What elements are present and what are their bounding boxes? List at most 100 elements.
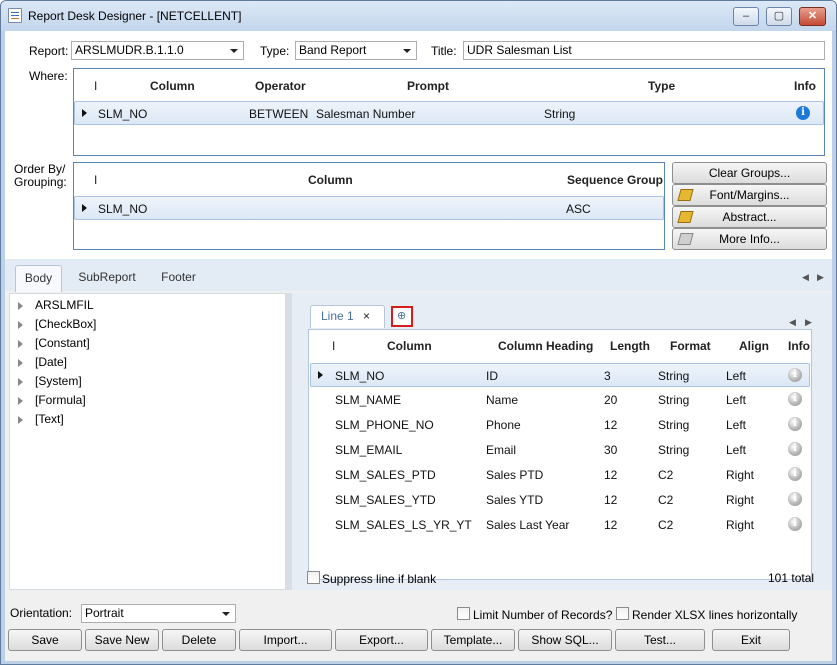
expand-icon[interactable] bbox=[18, 377, 23, 386]
table-row[interactable]: SLM_SALES_PTD Sales PTD 12 C2 Right i bbox=[310, 463, 810, 488]
table-row[interactable]: SLM_NO BETWEEN Salesman Number String i bbox=[74, 101, 824, 125]
line-cell-format: C2 bbox=[658, 518, 674, 532]
line-cell-column: SLM_SALES_YTD bbox=[335, 493, 436, 507]
line-grid[interactable]: I Column Column Heading Length Format Al… bbox=[308, 329, 812, 580]
table-row[interactable]: SLM_SALES_LS_YR_YT Sales Last Year 12 C2… bbox=[310, 513, 810, 538]
suppress-checkbox[interactable] bbox=[307, 571, 320, 584]
info-icon[interactable]: i bbox=[788, 467, 802, 481]
tree-item[interactable]: [Date] bbox=[18, 355, 67, 369]
maximize-button[interactable]: ▢ bbox=[766, 7, 792, 26]
clear-groups-button[interactable]: Clear Groups... bbox=[672, 162, 827, 184]
order-cell-sequence: ASC bbox=[566, 202, 591, 216]
exit-button[interactable]: Exit bbox=[712, 629, 790, 651]
scroll-right-icon[interactable]: ▶ bbox=[805, 317, 812, 328]
order-cell-column: SLM_NO bbox=[98, 202, 148, 216]
table-row[interactable]: SLM_NAME Name 20 String Left i bbox=[310, 388, 810, 413]
line-cell-column: SLM_SALES_PTD bbox=[335, 468, 436, 482]
table-row[interactable]: SLM_NO ASC bbox=[74, 196, 664, 220]
row-header-marker: I bbox=[94, 79, 98, 93]
orientation-select[interactable]: Portrait bbox=[81, 604, 236, 623]
window-title: Report Desk Designer - [NETCELLENT] bbox=[28, 9, 242, 23]
expand-icon[interactable] bbox=[18, 339, 23, 348]
report-select[interactable]: ARSLMUDR.B.1.1.0 bbox=[71, 41, 244, 60]
scroll-right-icon[interactable]: ▶ bbox=[817, 272, 824, 283]
abstract-button[interactable]: Abstract... bbox=[672, 206, 827, 228]
type-select[interactable]: Band Report bbox=[295, 41, 417, 60]
tree-item[interactable]: [Constant] bbox=[18, 336, 90, 350]
more-info-button[interactable]: More Info... bbox=[672, 228, 827, 250]
expand-icon[interactable] bbox=[18, 301, 23, 310]
line-tab-label: Line 1 bbox=[321, 309, 354, 323]
pencil-icon bbox=[677, 211, 694, 223]
info-icon[interactable]: i bbox=[796, 106, 810, 120]
tab-subreport[interactable]: SubReport bbox=[71, 265, 143, 292]
line-cell-format: C2 bbox=[658, 468, 674, 482]
tab-line-1[interactable]: Line 1 × bbox=[310, 305, 385, 328]
expand-icon[interactable] bbox=[18, 358, 23, 367]
order-grid[interactable]: I Column Sequence Group SLM_NO ASC bbox=[73, 162, 665, 250]
info-icon[interactable]: i bbox=[788, 517, 802, 531]
tab-body[interactable]: Body bbox=[15, 265, 62, 292]
tree-item[interactable]: [Formula] bbox=[18, 393, 86, 407]
info-icon[interactable]: i bbox=[788, 442, 802, 456]
close-button[interactable]: ✕ bbox=[799, 7, 826, 26]
order-label: Order By/Grouping: bbox=[14, 163, 67, 189]
line-cell-length: 12 bbox=[604, 418, 618, 432]
save-new-button[interactable]: Save New bbox=[85, 629, 159, 651]
title-label: Title: bbox=[431, 44, 457, 58]
tree-item-label: [Constant] bbox=[35, 336, 90, 350]
line-cell-heading: ID bbox=[486, 369, 498, 383]
font-margins-button[interactable]: Font/Margins... bbox=[672, 184, 827, 206]
tree-item[interactable]: [Text] bbox=[18, 412, 64, 426]
import-button[interactable]: Import... bbox=[239, 629, 332, 651]
info-icon[interactable]: i bbox=[788, 392, 802, 406]
table-row[interactable]: SLM_EMAIL Email 30 String Left i bbox=[310, 438, 810, 463]
expand-icon[interactable] bbox=[18, 396, 23, 405]
order-col-column: Column bbox=[308, 173, 353, 187]
line-cell-align: Right bbox=[726, 518, 755, 532]
title-input[interactable]: UDR Salesman List bbox=[463, 41, 825, 60]
orientation-value: Portrait bbox=[85, 606, 124, 620]
render-xlsx-label: Render XLSX lines horizontally bbox=[632, 608, 798, 622]
where-cell-prompt: Salesman Number bbox=[316, 107, 416, 121]
scroll-left-icon[interactable]: ◀ bbox=[789, 317, 796, 328]
tree-item-label: [Date] bbox=[35, 355, 68, 369]
table-row[interactable]: SLM_PHONE_NO Phone 12 String Left i bbox=[310, 413, 810, 438]
more-info-label: More Info... bbox=[719, 232, 780, 246]
delete-button[interactable]: Delete bbox=[162, 629, 236, 651]
export-button[interactable]: Export... bbox=[335, 629, 428, 651]
minimize-button[interactable]: ‒ bbox=[733, 7, 759, 26]
info-icon[interactable]: i bbox=[788, 368, 802, 382]
designer-window: Report Desk Designer - [NETCELLENT] ‒ ▢ … bbox=[0, 0, 837, 665]
tab-footer[interactable]: Footer bbox=[151, 265, 206, 292]
tree-item-label: [CheckBox] bbox=[35, 317, 97, 331]
close-tab-icon[interactable]: × bbox=[363, 306, 370, 327]
line-cell-length: 12 bbox=[604, 518, 618, 532]
title-bar: Report Desk Designer - [NETCELLENT] ‒ ▢ … bbox=[1, 1, 836, 31]
table-row[interactable]: SLM_SALES_YTD Sales YTD 12 C2 Right i bbox=[310, 488, 810, 513]
expand-icon[interactable] bbox=[18, 320, 23, 329]
tree-item[interactable]: [CheckBox] bbox=[18, 317, 96, 331]
test-button[interactable]: Test... bbox=[615, 629, 705, 651]
add-line-button[interactable]: ⊕ bbox=[391, 306, 413, 327]
template-button[interactable]: Template... bbox=[431, 629, 515, 651]
where-cell-operator: BETWEEN bbox=[249, 107, 309, 121]
show-sql-button[interactable]: Show SQL... bbox=[518, 629, 612, 651]
line-cell-heading: Sales PTD bbox=[486, 468, 544, 482]
info-icon[interactable]: i bbox=[788, 417, 802, 431]
line-cell-align: Left bbox=[726, 369, 747, 383]
tree-item[interactable]: ARSLMFIL bbox=[18, 298, 94, 312]
expand-icon[interactable] bbox=[18, 415, 23, 424]
scroll-left-icon[interactable]: ◀ bbox=[802, 272, 809, 283]
save-button[interactable]: Save bbox=[8, 629, 82, 651]
where-grid[interactable]: I Column Operator Prompt Type Info SLM_N… bbox=[73, 68, 825, 156]
line-cell-heading: Sales YTD bbox=[486, 493, 544, 507]
definition-panel: Report: ARSLMUDR.B.1.1.0 Type: Band Repo… bbox=[5, 31, 832, 259]
limit-records-checkbox[interactable] bbox=[457, 607, 470, 620]
table-row[interactable]: SLM_NO ID 3 String Left i bbox=[310, 363, 810, 387]
render-xlsx-checkbox[interactable] bbox=[616, 607, 629, 620]
chevron-down-icon bbox=[222, 612, 230, 616]
info-icon[interactable]: i bbox=[788, 492, 802, 506]
tree-item[interactable]: [System] bbox=[18, 374, 82, 388]
chevron-down-icon bbox=[403, 49, 411, 53]
